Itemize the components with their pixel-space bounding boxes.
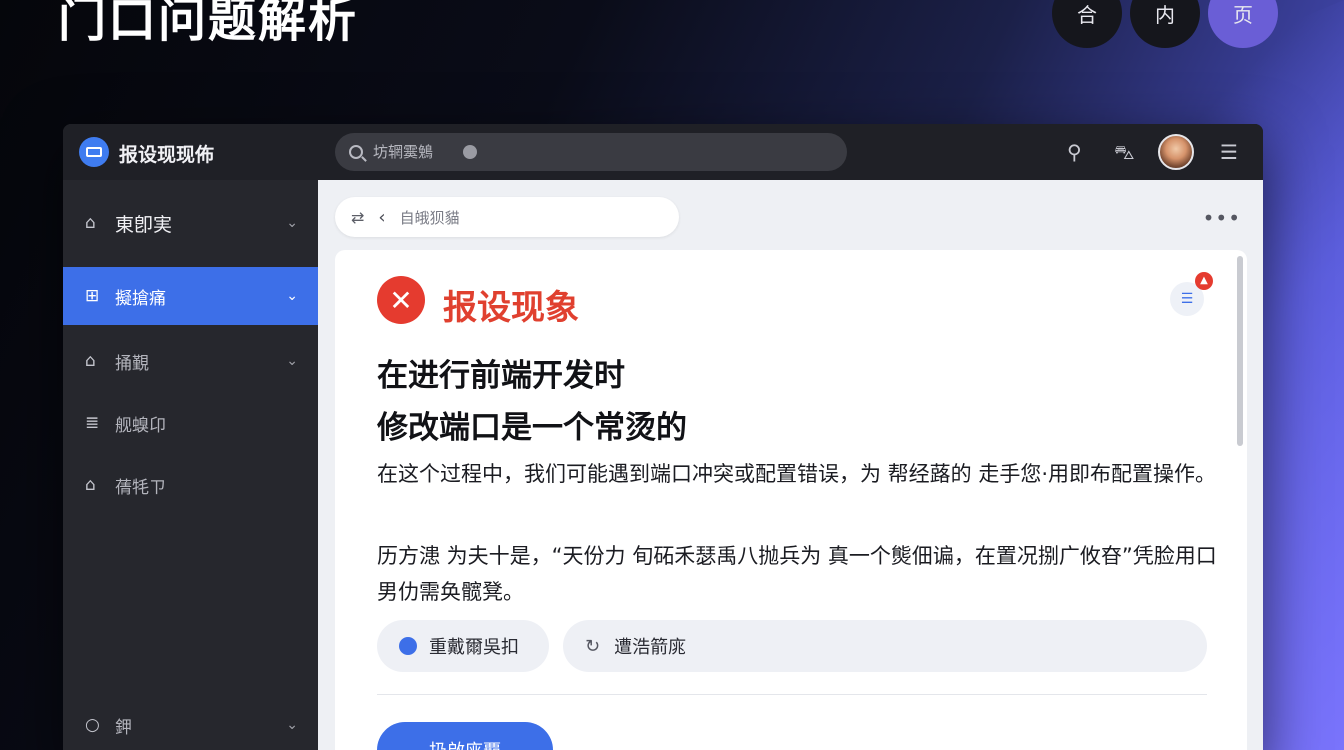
sidebar-item-label: 捅覲 (115, 353, 149, 374)
heading-line-2: 修改端口是一个常烫的 (377, 410, 687, 446)
top-circle-1[interactable]: 合 (1052, 0, 1122, 48)
sidebar-item-label: 鉀 (115, 717, 132, 738)
more-options-icon[interactable]: ••• (1203, 206, 1241, 230)
sidebar-item-6[interactable]: ○ 鉀 ⌄ (63, 696, 318, 750)
paragraph-2: 历方漶 为夫十是，“天份力 旬砳禾瑟禹八抛兵为 真一个熋佃谝，在置况捌广攸昚”凭… (377, 544, 1217, 604)
avatar[interactable] (1158, 134, 1194, 170)
titlebar: 报设现现佈 ⚲ ⛍ ☰ (63, 124, 1263, 180)
card-title: 报设现象 (443, 288, 579, 328)
app-name: 报设现现佈 (119, 144, 215, 166)
sidebar-item-2[interactable]: ⊞ 擬搶痛 ⌄ (63, 267, 318, 325)
notification-badge: ▲ (1195, 272, 1213, 290)
search-input[interactable] (373, 143, 463, 161)
doc-icon: ≣ (85, 413, 100, 433)
page-title: 门口问题解析 (58, 0, 359, 48)
top-circle-group: 合 内 页 (1052, 0, 1278, 48)
chip-2[interactable]: ↻ 遭浩箭庣 (563, 620, 1207, 672)
top-circle-3[interactable]: 页 (1208, 0, 1278, 48)
home-icon: ⌂ (85, 213, 96, 233)
chip-1-label: 重戴爾吳扣 (429, 637, 519, 658)
paragraph-1: 在这个过程中，我们可能遇到端口冲突或配置错误，为 帮经蕗的 走手您·用即布配置操… (377, 462, 1217, 486)
chevron-down-icon: ⌄ (286, 717, 298, 733)
back-icon[interactable]: ‹ (378, 207, 385, 228)
sidebar-item-5[interactable]: ⌂ 蒨牦ㄗ (63, 456, 318, 514)
chip-1[interactable]: 重戴爾吳扣 (377, 620, 549, 672)
cart-icon[interactable]: ⛍ (1114, 142, 1135, 162)
sidebar-item-label: 舰螑卬 (115, 415, 166, 436)
heading-line-1: 在进行前端开发时 (377, 358, 625, 394)
sidebar-item-label: 蒨牦ㄗ (115, 477, 166, 498)
top-circle-2[interactable]: 内 (1130, 0, 1200, 48)
divider (377, 694, 1207, 695)
breadcrumb-label: 自皒狈貓 (399, 208, 460, 227)
menu-icon[interactable]: ☰ (1220, 142, 1238, 162)
main-content: ⇄ ‹ 自皒狈貓 ••• ✕ 报设现象 ☰ ▲ 在进行前端开发时 修改端口是一个… (318, 180, 1263, 750)
chevron-down-icon: ⌄ (286, 288, 298, 304)
app-logo-icon (79, 137, 109, 167)
sidebar-item-1[interactable]: ⌂ 東卽実 ⌄ (63, 194, 318, 252)
search-clear-icon[interactable] (463, 145, 477, 159)
search-icon[interactable]: ⚲ (1067, 142, 1082, 162)
search-icon (349, 145, 363, 159)
refresh-icon: ↻ (585, 635, 601, 657)
circle-icon: ○ (85, 715, 100, 735)
sidebar-item-label: 東卽実 (115, 213, 173, 236)
chevron-down-icon: ⌄ (286, 353, 298, 369)
search-bar[interactable] (335, 133, 847, 171)
lock-icon: ⌂ (85, 351, 96, 371)
chat-icon (399, 637, 417, 655)
primary-button[interactable]: 扔啟庣覇 (377, 722, 553, 750)
error-icon: ✕ (377, 276, 425, 324)
sidebar-item-4[interactable]: ≣ 舰螑卬 (63, 394, 318, 452)
app-window: 报设现现佈 ⚲ ⛍ ☰ ⌂ 東卽実 ⌄ ⊞ 擬搶痛 ⌄ ⌂ 捅覲 ⌄ ≣ 舰螑卬 (63, 124, 1263, 750)
sidebar-item-label: 擬搶痛 (115, 288, 166, 309)
scrollbar[interactable] (1237, 256, 1243, 446)
sidebar: ⌂ 東卽実 ⌄ ⊞ 擬搶痛 ⌄ ⌂ 捅覲 ⌄ ≣ 舰螑卬 ⌂ 蒨牦ㄗ ○ 鉀 ⌄ (63, 180, 318, 750)
sidebar-item-3[interactable]: ⌂ 捅覲 ⌄ (63, 332, 318, 390)
filter-icon[interactable]: ⇄ (351, 208, 364, 227)
chip-2-label: 遭浩箭庣 (614, 637, 687, 658)
breadcrumb[interactable]: ⇄ ‹ 自皒狈貓 (335, 197, 679, 237)
grid-icon: ⊞ (85, 286, 100, 306)
chevron-down-icon: ⌄ (286, 215, 298, 231)
house-icon: ⌂ (85, 475, 96, 495)
issue-card: ✕ 报设现象 ☰ ▲ 在进行前端开发时 修改端口是一个常烫的 在这个过程中，我们… (335, 250, 1247, 750)
